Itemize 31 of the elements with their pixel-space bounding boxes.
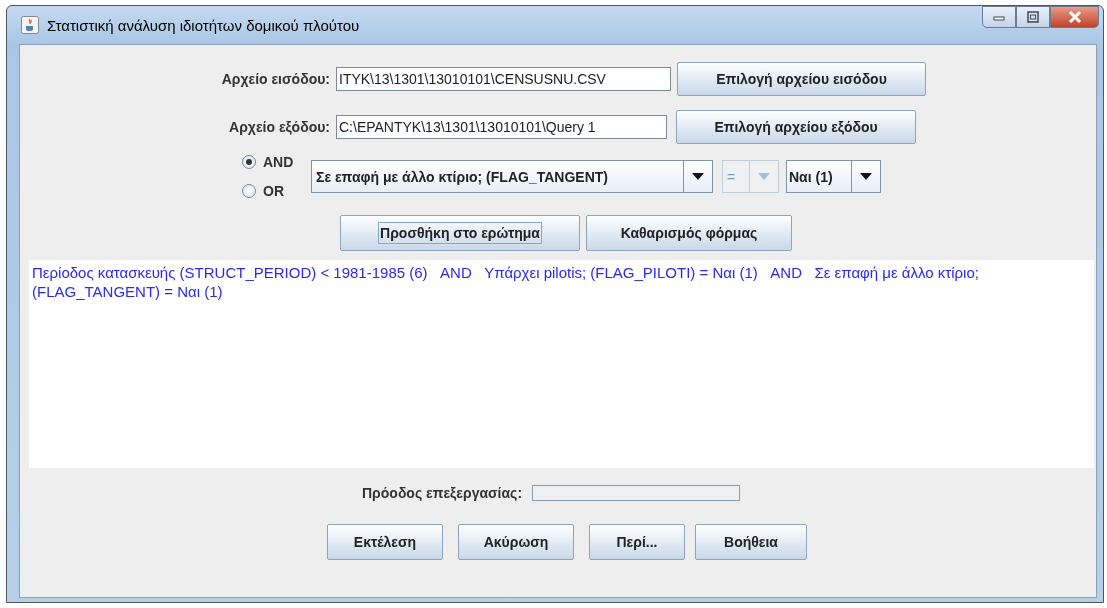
dialog-button[interactable]: Εκτέλεση [327,524,443,560]
radio-label: OR [263,183,284,199]
cup-icon [21,16,39,34]
query-text: Περίοδος κατασκευής (STRUCT_PERIOD) < 1981-1985 (6) AND Υπάρχει pilotis; (FLAG_PILOTI) = Ναι (1) AND Σε επαφή με άλλο κτίριο; (FLAG_TANGENT) = Ναι (1) [32,264,980,300]
minimize-button[interactable] [982,6,1016,28]
maximize-button[interactable] [1016,6,1050,28]
window-title: Στατιστική ανάλυση ιδιοτήτων δομικού πλούτου [47,16,360,34]
output-file-field[interactable]: C:\EPANTYK\13\1301\13010101\Query 1 [336,115,667,139]
dialog-button[interactable]: Βοήθεια [695,524,807,560]
choose-input-button[interactable]: Επιλογή αρχείου εισόδου [677,62,926,96]
field-label: Αρχείο εισόδου: [220,71,330,87]
input-file-field[interactable]: ITYK\13\1301\13010101\CENSUSNU.CSV [336,67,671,91]
query-button[interactable]: Προσθήκη στο ερώτημα [340,215,580,251]
radio-button[interactable] [242,155,256,169]
field-dropdown[interactable]: Σε επαφή με άλλο κτίριο; (FLAG_TANGENT) [311,160,713,193]
value-dropdown[interactable]: Ναι (1) [786,160,881,193]
caret-icon [860,173,872,180]
radio-label: AND [263,154,294,170]
maximize-icon [1026,11,1040,23]
caret-icon [758,173,770,180]
field-label: Αρχείο εξόδου: [228,119,330,135]
radio-button[interactable] [242,184,256,198]
close-icon [1066,10,1083,24]
caret-icon [692,173,704,180]
query-button[interactable]: Καθαρισμός φόρμας [586,215,792,251]
query-text-area[interactable]: Περίοδος κατασκευής (STRUCT_PERIOD) < 1981-1985 (6) AND Υπάρχει pilotis; (FLAG_PILOTI) = Ναι (1) AND Σε επαφή με άλλο κτίριο; (FLAG_TANGENT) = Ναι (1) [29,260,1094,468]
dialog-button[interactable]: Ακύρωση [458,524,574,560]
dialog-button[interactable]: Περί... [589,524,685,560]
close-button[interactable] [1050,6,1099,28]
choose-output-button[interactable]: Επιλογή αρχείου εξόδου [676,110,916,144]
progress-label: Πρόοδος επεξεργασίας: [362,485,523,501]
